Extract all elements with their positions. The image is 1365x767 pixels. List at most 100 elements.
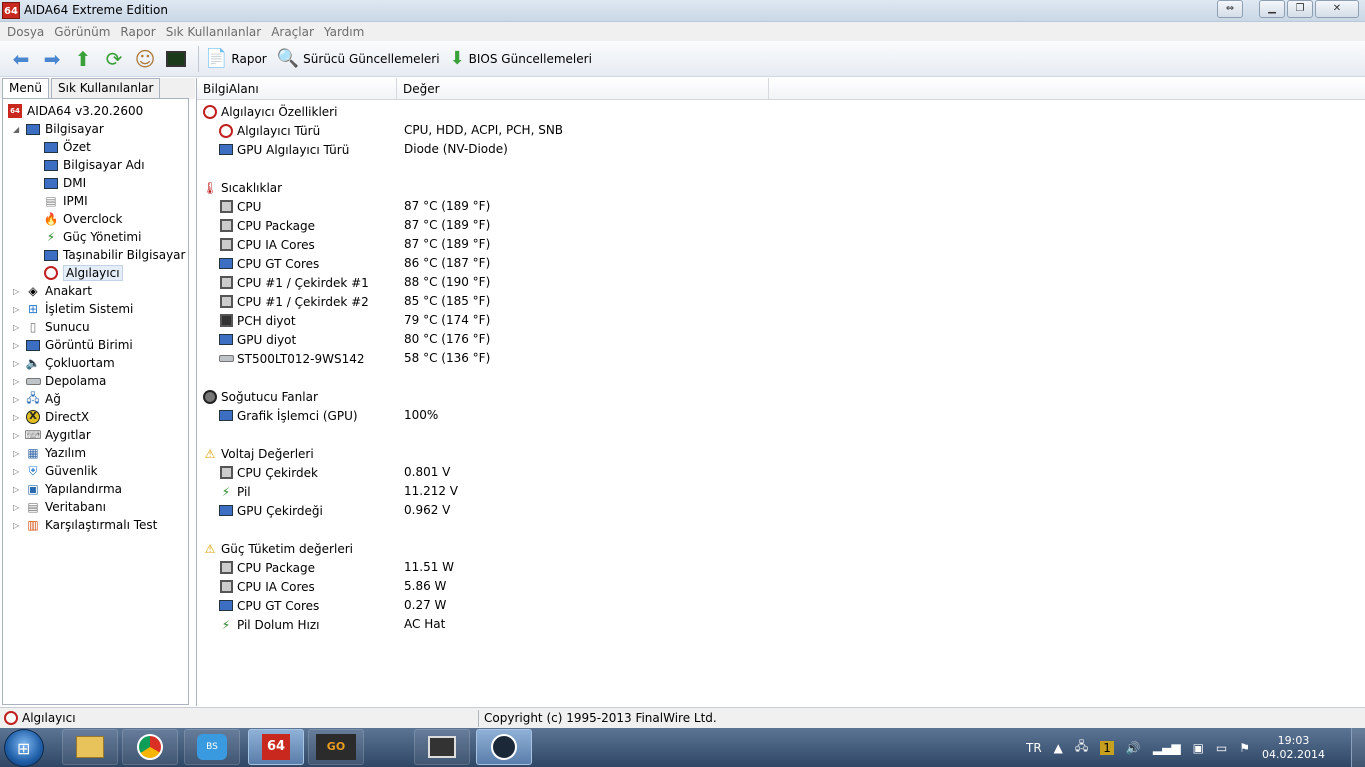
tree-item-display[interactable]: ▷ Görüntü Birimi bbox=[13, 336, 133, 354]
tree-item-motherboard[interactable]: ▷ ◈ Anakart bbox=[13, 282, 92, 300]
explorer-taskbar-icon[interactable] bbox=[62, 729, 118, 765]
user-icon[interactable]: ☺ bbox=[132, 46, 158, 72]
table-row[interactable]: CPU Package bbox=[218, 216, 315, 235]
column-header-field[interactable]: BilgiAlanı bbox=[197, 78, 397, 100]
menu-report[interactable]: Rapor bbox=[120, 25, 155, 39]
expand-arrow-icon[interactable]: ▷ bbox=[13, 467, 23, 476]
expand-arrow-icon[interactable]: ▷ bbox=[13, 359, 23, 368]
expand-arrow-icon[interactable]: ▷ bbox=[13, 503, 23, 512]
table-row[interactable]: ⚡ Pil bbox=[218, 482, 251, 501]
tree-item-operating-system[interactable]: ▷ ⊞ İşletim Sistemi bbox=[13, 300, 133, 318]
expand-arrow-icon[interactable]: ▷ bbox=[13, 323, 23, 332]
tree-item-portable-computer[interactable]: Taşınabilir Bilgisayar bbox=[43, 246, 185, 264]
volume-icon[interactable]: 🔊 bbox=[1126, 741, 1141, 755]
show-desktop-button[interactable] bbox=[1351, 728, 1365, 767]
steam-taskbar-icon[interactable] bbox=[476, 729, 532, 765]
tree-item-sensor[interactable]: Algılayıcı bbox=[43, 264, 123, 282]
tree-item-software[interactable]: ▷ ▦ Yazılım bbox=[13, 444, 86, 462]
tab-favorites[interactable]: Sık Kullanılanlar bbox=[51, 78, 161, 99]
tree-item-computer-name[interactable]: Bilgisayar Adı bbox=[43, 156, 145, 174]
tree-item-power-management[interactable]: ⚡ Güç Yönetimi bbox=[43, 228, 142, 246]
expand-arrow-icon[interactable]: ▷ bbox=[13, 449, 23, 458]
group-header-voltages[interactable]: ⚠ Voltaj Değerleri bbox=[202, 444, 314, 463]
back-arrow-icon[interactable]: ⬅ bbox=[8, 46, 34, 72]
table-row[interactable]: CPU IA Cores bbox=[218, 577, 315, 596]
expand-arrow-icon[interactable]: ▷ bbox=[13, 377, 23, 386]
tree-item-configuration[interactable]: ▷ ▣ Yapılandırma bbox=[13, 480, 122, 498]
expand-arrow-icon[interactable]: ▷ bbox=[13, 305, 23, 314]
tree-item-server[interactable]: ▷ ▯ Sunucu bbox=[13, 318, 90, 336]
tree-item-overclock[interactable]: 🔥 Overclock bbox=[43, 210, 123, 228]
device-tray-icon[interactable]: ▣ bbox=[1193, 741, 1204, 755]
table-row[interactable]: CPU GT Cores bbox=[218, 254, 319, 273]
menu-help[interactable]: Yardım bbox=[324, 25, 364, 39]
chrome-taskbar-icon[interactable] bbox=[122, 729, 178, 765]
bios-updates-button[interactable]: ⬇ BIOS Güncellemeleri bbox=[450, 48, 592, 69]
table-row[interactable]: Algılayıcı Türü bbox=[218, 121, 320, 140]
collapse-arrow-icon[interactable]: ◢ bbox=[13, 125, 23, 134]
monitor-graph-icon[interactable] bbox=[163, 46, 189, 72]
monitor-app-taskbar-icon[interactable] bbox=[414, 729, 470, 765]
bluestacks-taskbar-icon[interactable]: BS bbox=[184, 729, 240, 765]
table-row[interactable]: PCH diyot bbox=[218, 311, 296, 330]
tree-root[interactable]: 64 AIDA64 v3.20.2600 bbox=[7, 102, 143, 120]
aida64-app-icon[interactable]: 64 bbox=[2, 2, 20, 19]
tree-item-database[interactable]: ▷ ▤ Veritabanı bbox=[13, 498, 106, 516]
tree-item-summary[interactable]: Özet bbox=[43, 138, 91, 156]
maximize-button[interactable]: ❐ bbox=[1287, 0, 1313, 18]
swap-view-button[interactable]: ⇔ bbox=[1217, 0, 1243, 18]
group-header-power-consumption[interactable]: ⚠ Güç Tüketim değerleri bbox=[202, 539, 353, 558]
table-row[interactable]: CPU IA Cores bbox=[218, 235, 315, 254]
tab-menu[interactable]: Menü bbox=[2, 78, 49, 100]
table-row[interactable]: CPU Package bbox=[218, 558, 315, 577]
table-row[interactable]: CPU #1 / Çekirdek #1 bbox=[218, 273, 369, 292]
column-header-value[interactable]: Değer bbox=[397, 78, 769, 100]
group-header-cooling-fans[interactable]: Soğutucu Fanlar bbox=[202, 387, 318, 406]
report-button[interactable]: 📄 Rapor bbox=[205, 48, 267, 69]
table-row[interactable]: ST500LT012-9WS142 bbox=[218, 349, 364, 368]
aida64-taskbar-icon[interactable]: 64 bbox=[248, 729, 304, 765]
expand-arrow-icon[interactable]: ▷ bbox=[13, 431, 23, 440]
group-header-sensor-properties[interactable]: Algılayıcı Özellikleri bbox=[202, 102, 337, 121]
table-row[interactable]: CPU Çekirdek bbox=[218, 463, 318, 482]
tree-item-devices[interactable]: ▷ ⌨ Aygıtlar bbox=[13, 426, 91, 444]
menu-favorites[interactable]: Sık Kullanılanlar bbox=[166, 25, 261, 39]
signal-icon[interactable]: ▂▄▆ bbox=[1153, 741, 1181, 755]
action-center-icon[interactable]: ⚑ bbox=[1239, 741, 1250, 755]
language-indicator[interactable]: TR bbox=[1026, 741, 1042, 755]
csgo-taskbar-icon[interactable]: GO bbox=[308, 729, 364, 765]
expand-arrow-icon[interactable]: ▷ bbox=[13, 485, 23, 494]
expand-arrow-icon[interactable]: ▷ bbox=[13, 413, 23, 422]
tree-item-multimedia[interactable]: ▷ 🔈 Çokluortam bbox=[13, 354, 115, 372]
tree-item-storage[interactable]: ▷ Depolama bbox=[13, 372, 106, 390]
tree-item-computer[interactable]: ◢ Bilgisayar bbox=[13, 120, 104, 138]
table-row[interactable]: CPU bbox=[218, 197, 261, 216]
up-arrow-icon[interactable]: ⬆ bbox=[70, 46, 96, 72]
table-row[interactable]: GPU Çekirdeği bbox=[218, 501, 323, 520]
close-button[interactable]: ✕ bbox=[1315, 0, 1359, 18]
tree-item-network[interactable]: ▷ 🖧 Ağ bbox=[13, 390, 61, 408]
group-header-temperatures[interactable]: 🌡 Sıcaklıklar bbox=[202, 178, 282, 197]
expand-arrow-icon[interactable]: ▷ bbox=[13, 521, 23, 530]
show-hidden-icons-icon[interactable]: ▲ bbox=[1054, 741, 1063, 755]
table-row[interactable]: CPU GT Cores bbox=[218, 596, 319, 615]
minimize-button[interactable]: ▁ bbox=[1259, 0, 1285, 18]
table-row[interactable]: CPU #1 / Çekirdek #2 bbox=[218, 292, 369, 311]
expand-arrow-icon[interactable]: ▷ bbox=[13, 287, 23, 296]
clock[interactable]: 19:03 04.02.2014 bbox=[1262, 734, 1325, 762]
expand-arrow-icon[interactable]: ▷ bbox=[13, 395, 23, 404]
display-tray-icon[interactable]: ▭ bbox=[1216, 741, 1227, 755]
table-row[interactable]: ⚡ Pil Dolum Hızı bbox=[218, 615, 320, 634]
tree-item-dmi[interactable]: DMI bbox=[43, 174, 86, 192]
table-row[interactable]: Grafik İşlemci (GPU) bbox=[218, 406, 358, 425]
menu-tools[interactable]: Araçlar bbox=[271, 25, 314, 39]
tree-item-directx[interactable]: ▷ X DirectX bbox=[13, 408, 89, 426]
driver-updates-button[interactable]: 🔍 Sürücü Güncellemeleri bbox=[277, 48, 440, 69]
network-tray-icon[interactable]: 🖧 bbox=[1075, 737, 1088, 758]
tree-item-security[interactable]: ▷ ⛨ Güvenlik bbox=[13, 462, 98, 480]
table-row[interactable]: GPU diyot bbox=[218, 330, 296, 349]
tree-item-benchmark[interactable]: ▷ ▥ Karşılaştırmalı Test bbox=[13, 516, 157, 534]
refresh-icon[interactable]: ⟳ bbox=[101, 46, 127, 72]
menu-file[interactable]: Dosya bbox=[7, 25, 44, 39]
table-row[interactable]: GPU Algılayıcı Türü bbox=[218, 140, 349, 159]
